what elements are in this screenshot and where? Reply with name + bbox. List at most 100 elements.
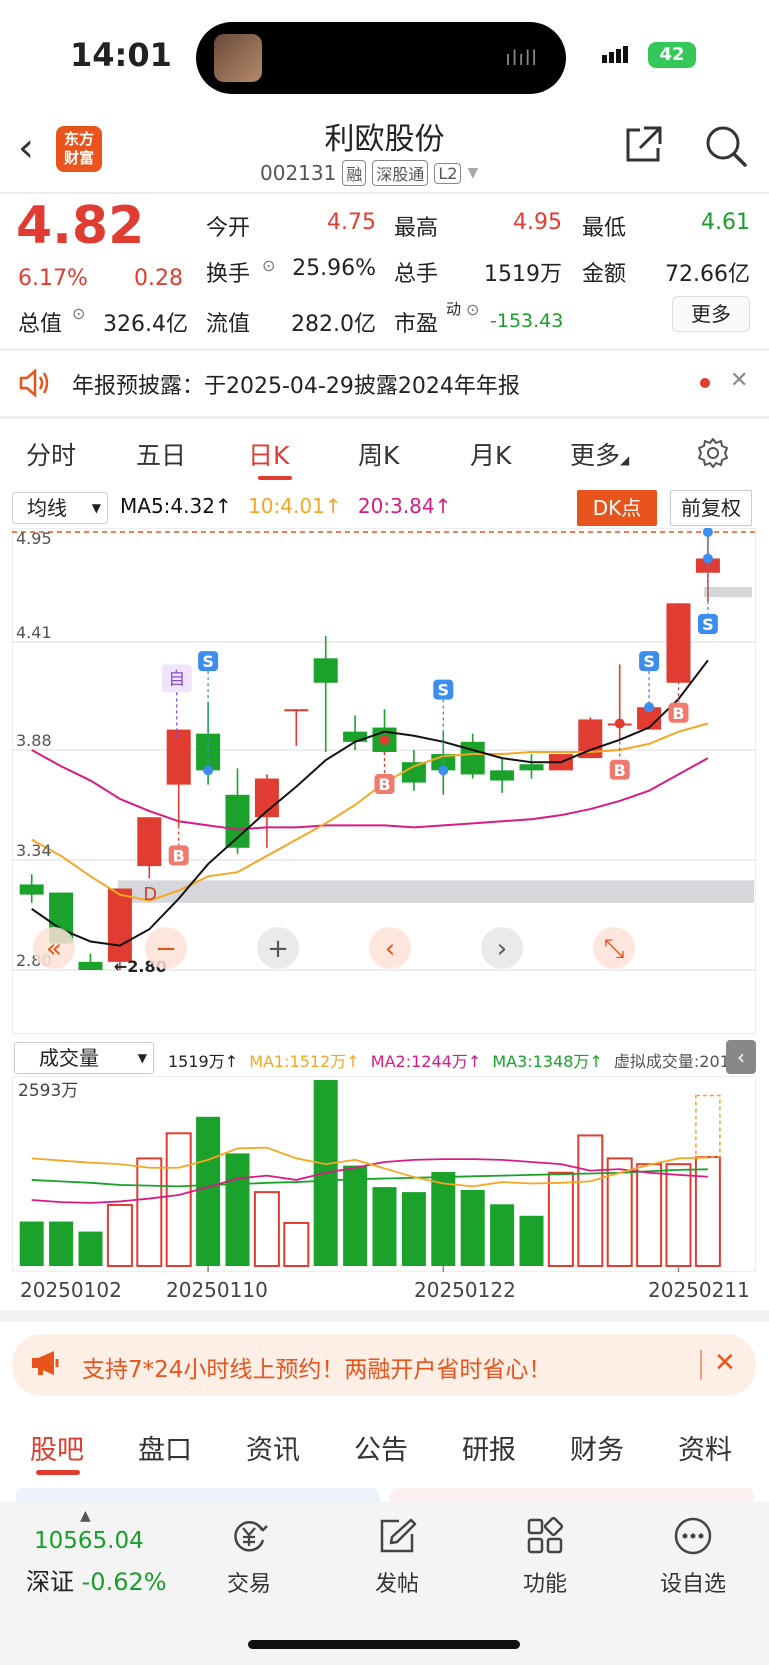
volume-bar [196, 1116, 221, 1266]
candle-body [78, 961, 103, 970]
candle-body [519, 764, 544, 771]
tab-research[interactable]: 研报 [462, 1428, 516, 1467]
date-label: 20250211 [648, 1278, 750, 1302]
volume-bar [636, 1163, 663, 1267]
stock-code-row[interactable]: 002131 融 深股通 L2 ▼ [260, 160, 478, 186]
next-icon[interactable]: › [497, 934, 507, 964]
low-value: 4.61 [701, 210, 750, 235]
buy-signal-badge: B [672, 704, 684, 723]
volume-current: 1519万↑ [168, 1052, 239, 1071]
support-zone [117, 880, 754, 903]
zoom-in-icon[interactable]: + [267, 934, 289, 964]
adjust-button[interactable]: 前复权 [670, 490, 752, 526]
more-button[interactable]: 更多 [672, 296, 750, 332]
open-value: 4.75 [327, 210, 376, 235]
pe-value: -153.43 [490, 310, 564, 332]
d-signal-label: D [143, 884, 157, 905]
volume-bar [401, 1192, 426, 1266]
indicator-select[interactable]: 均线 ▼ [12, 492, 108, 524]
open-label: 今开 [206, 216, 251, 241]
tab-finance[interactable]: 财务 [570, 1428, 624, 1467]
nav-add-watchlist[interactable]: 设自选 [648, 1516, 738, 1598]
notice-text[interactable]: 年报预披露：于2025-04-29披露2024年年报 [72, 368, 520, 400]
volume-bar [49, 1221, 74, 1266]
close-icon[interactable]: ✕ [714, 1348, 736, 1378]
unread-dot [700, 378, 710, 388]
nav-functions[interactable]: 功能 [500, 1516, 590, 1598]
volume-bar [665, 1163, 692, 1267]
tab-five-day[interactable]: 五日 [136, 436, 186, 472]
signal-dot [673, 638, 684, 649]
info-icon[interactable]: ⊙ [72, 304, 85, 323]
volume-ma3: MA3:1348万↑ [492, 1052, 603, 1071]
info-icon[interactable]: ⊙ [466, 300, 479, 319]
nav-trade[interactable]: 交易 [204, 1516, 294, 1598]
avatar [214, 34, 262, 82]
current-price: 4.82 [16, 196, 145, 256]
tab-profile[interactable]: 资料 [678, 1428, 732, 1467]
volume-bar [19, 1221, 44, 1266]
tag-margin: 融 [342, 160, 367, 186]
tab-monthly-k[interactable]: 月K [470, 436, 511, 472]
dk-point-button[interactable]: DK点 [577, 490, 657, 526]
tab-forum[interactable]: 股吧 [30, 1428, 84, 1467]
candle-body [225, 794, 250, 848]
card-edge [16, 1488, 380, 1502]
tab-intraday[interactable]: 分时 [26, 436, 76, 472]
volume-chart[interactable]: 2593万 [12, 1076, 756, 1272]
tab-orderbook[interactable]: 盘口 [138, 1428, 192, 1467]
tab-announcements[interactable]: 公告 [354, 1428, 408, 1467]
banner-text[interactable]: 支持7*24小时线上预约！两融开户省时省心！ [82, 1350, 551, 1384]
share-icon[interactable] [622, 124, 664, 166]
zoom-out-icon[interactable]: − [155, 934, 177, 964]
signal-dot [644, 702, 655, 713]
sell-signal-badge: S [702, 615, 714, 634]
volume-bar [253, 1191, 280, 1267]
date-label: 20250122 [414, 1278, 516, 1302]
yen-exchange-icon [234, 1521, 268, 1552]
home-indicator [248, 1640, 520, 1649]
expand-up-icon[interactable]: ▲ [80, 1508, 91, 1524]
settings-icon[interactable] [696, 436, 730, 470]
zoom-first-icon[interactable]: « [46, 934, 62, 964]
tab-news[interactable]: 资讯 [246, 1428, 300, 1467]
search-icon[interactable] [704, 124, 748, 168]
more-icon [674, 1517, 712, 1555]
candle-body [313, 658, 338, 683]
sell-signal-badge: S [202, 652, 214, 671]
low-label: 最低 [582, 216, 627, 241]
high-label: 最高 [394, 216, 439, 241]
tab-weekly-k[interactable]: 周K [358, 436, 399, 472]
volume-bar [490, 1204, 515, 1266]
candle-body [490, 770, 515, 781]
tab-daily-k[interactable]: 日K [248, 436, 289, 472]
volume-bar [165, 1132, 192, 1267]
fullscreen-icon[interactable]: ⤡ [604, 934, 625, 964]
volume-ma2: MA2:1244万↑ [370, 1052, 482, 1071]
prev-icon[interactable]: ‹ [385, 934, 395, 964]
candle-body [107, 888, 132, 962]
float-mv-value: 282.0亿 [291, 312, 376, 337]
close-icon[interactable]: ✕ [730, 368, 748, 393]
ma5-label: MA5:4.32↑ [120, 494, 232, 518]
kline-chart[interactable]: D自BSBSBSBSS4.95→←2.80 4.954.413.883.342.… [12, 528, 756, 1034]
pe-label: 市盈 [394, 312, 439, 337]
nav-functions-label: 功能 [522, 1572, 567, 1597]
sell-signal-badge: S [643, 652, 655, 671]
pe-superscript: 动 [446, 300, 462, 318]
info-icon[interactable]: ⊙ [262, 256, 275, 275]
date-label: 20250110 [166, 1278, 268, 1302]
volume-indicator-select[interactable]: 成交量 ▼ [14, 1042, 154, 1074]
volume-bar [78, 1231, 103, 1266]
signal-dot [438, 765, 449, 776]
index-ticker[interactable]: 深证 -0.62% [26, 1562, 167, 1597]
expand-icon[interactable]: ‹ [726, 1040, 756, 1074]
price-axis-label: 4.95 [16, 529, 52, 548]
candle-body [343, 731, 368, 742]
buy-signal-badge: B [378, 775, 390, 794]
index-change: -0.62% [81, 1568, 167, 1596]
index-value[interactable]: 10565.04 [34, 1528, 144, 1554]
nav-post[interactable]: 发帖 [352, 1516, 442, 1598]
tab-more[interactable]: 更多◢ [570, 436, 629, 472]
ma10-label: 10:4.01↑ [248, 494, 342, 518]
